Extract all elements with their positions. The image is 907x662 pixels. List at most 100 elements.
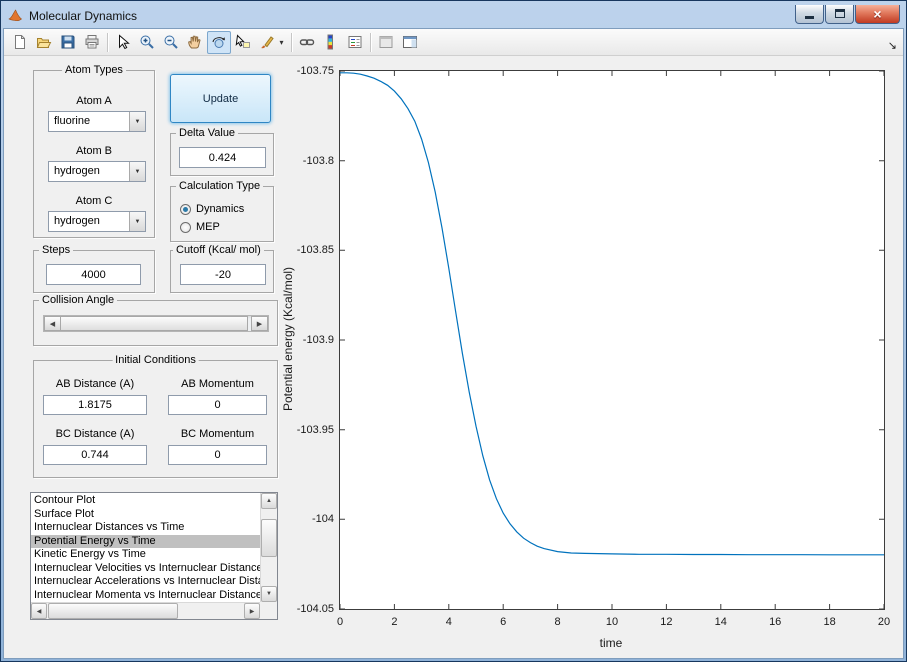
pan-hand-icon[interactable] <box>183 31 207 54</box>
show-plot-tools-icon[interactable] <box>398 31 422 54</box>
maximize-button[interactable] <box>825 4 854 24</box>
cutoff-panel: Cutoff (Kcal/ mol) <box>170 244 274 293</box>
figure-canvas: Atom Types Atom A fluorine ▼ Atom B hydr… <box>4 56 903 658</box>
toolbar-separator <box>291 32 292 52</box>
bc-distance-input[interactable] <box>43 445 147 465</box>
delta-value-input[interactable] <box>179 147 266 168</box>
steps-input[interactable] <box>46 264 141 285</box>
chevron-down-icon: ▼ <box>129 112 145 131</box>
x-tick-label: 18 <box>823 616 836 628</box>
ab-distance-label: AB Distance (A) <box>55 378 135 390</box>
save-icon[interactable] <box>56 31 80 54</box>
data-line <box>340 72 884 556</box>
steps-title: Steps <box>39 244 74 257</box>
list-item[interactable]: Internuclear Momenta vs Internuclear Dis… <box>31 589 260 603</box>
potential-energy-line-plot <box>340 71 884 609</box>
scroll-down-icon[interactable]: ▼ <box>261 586 277 602</box>
list-item[interactable]: Surface Plot <box>31 508 260 522</box>
open-folder-icon[interactable] <box>32 31 56 54</box>
slider-thumb[interactable] <box>60 316 248 331</box>
new-document-icon[interactable] <box>8 31 32 54</box>
plot-type-list: Contour Plot Surface Plot Internuclear Dis… <box>31 494 260 602</box>
y-tick-label: -103.8 <box>302 154 334 167</box>
x-tick-label: 6 <box>500 616 507 628</box>
y-tick-label: -103.95 <box>296 423 334 436</box>
y-tick-label: -103.9 <box>302 334 334 346</box>
initial-conditions-panel: Initial Conditions AB Distance (A) AB Mo… <box>33 354 278 478</box>
minimize-button[interactable] <box>795 4 824 24</box>
list-item[interactable]: Internuclear Velocities vs Internuclear … <box>31 562 260 576</box>
list-item[interactable]: Potential Energy vs Time <box>31 534 260 548</box>
zoom-in-icon[interactable] <box>135 31 159 54</box>
figure-frame: ▾ ↘ Atom Types Atom A fluorine ▼ Atom B <box>3 28 904 659</box>
matlab-app-icon[interactable] <box>7 8 23 24</box>
titlebar[interactable]: Molecular Dynamics × <box>1 1 906 28</box>
horizontal-scroll-thumb[interactable] <box>48 603 178 619</box>
data-cursor-icon[interactable] <box>231 31 255 54</box>
insert-legend-icon[interactable] <box>343 31 367 54</box>
list-item[interactable]: Internuclear Accelerations vs Internucle… <box>31 575 260 589</box>
ab-momentum-input[interactable] <box>168 395 267 415</box>
minimize-icon <box>805 16 814 19</box>
list-item[interactable]: Kinetic Energy vs Time <box>31 548 260 562</box>
cutoff-input[interactable] <box>180 264 266 285</box>
ab-momentum-label: AB Momentum <box>181 378 254 390</box>
toolbar-separator <box>370 32 371 52</box>
atom-b-value: hydrogen <box>54 165 100 177</box>
dock-figure-icon[interactable]: ↘ <box>888 39 897 52</box>
close-button[interactable]: × <box>855 4 900 24</box>
x-tick-label: 20 <box>877 616 891 628</box>
cutoff-title: Cutoff (Kcal/ mol) <box>173 244 264 257</box>
collision-angle-slider[interactable]: ◀ ▶ <box>43 315 269 332</box>
bc-momentum-input[interactable] <box>168 445 267 465</box>
calculation-type-title: Calculation Type <box>176 180 264 193</box>
figure-toolbar: ▾ ↘ <box>4 29 903 56</box>
delta-value-title: Delta Value <box>176 127 239 140</box>
list-item[interactable]: Contour Plot <box>31 494 260 508</box>
zoom-out-icon[interactable] <box>159 31 183 54</box>
x-tick-label: 16 <box>769 616 782 628</box>
atom-b-dropdown[interactable]: hydrogen ▼ <box>48 161 146 182</box>
mep-radio-label: MEP <box>196 221 220 233</box>
collision-angle-title: Collision Angle <box>39 294 118 307</box>
slider-left-arrow-icon[interactable]: ◀ <box>44 316 61 331</box>
print-icon[interactable] <box>80 31 104 54</box>
delta-value-panel: Delta Value <box>170 127 274 176</box>
vertical-scroll-thumb[interactable] <box>261 519 277 557</box>
steps-panel: Steps <box>33 244 155 293</box>
atom-a-dropdown[interactable]: fluorine ▼ <box>48 111 146 132</box>
scroll-up-icon[interactable]: ▲ <box>261 493 277 509</box>
chevron-down-icon: ▼ <box>129 162 145 181</box>
y-tick-label: -104.05 <box>296 603 334 615</box>
hide-plot-tools-icon[interactable] <box>374 31 398 54</box>
calculation-type-panel: Calculation Type Dynamics MEP <box>170 180 274 242</box>
dynamics-radio-label: Dynamics <box>196 203 245 215</box>
atom-c-value: hydrogen <box>54 215 100 227</box>
edit-plot-cursor-icon[interactable] <box>111 31 135 54</box>
brush-menu-arrow-icon[interactable]: ▾ <box>275 31 288 54</box>
dynamics-radio[interactable]: Dynamics <box>180 203 244 215</box>
list-item[interactable]: Internuclear Distances vs Time <box>31 521 260 535</box>
mep-radio[interactable]: MEP <box>180 221 220 233</box>
horizontal-scrollbar[interactable]: ◀ ▶ <box>31 602 260 619</box>
rotate-3d-icon[interactable] <box>207 30 231 54</box>
update-button[interactable]: Update <box>170 74 271 123</box>
close-icon: × <box>873 5 882 22</box>
atom-a-label: Atom A <box>76 95 112 107</box>
link-plot-icon[interactable] <box>295 31 319 54</box>
plot-axes[interactable] <box>339 70 885 610</box>
atom-b-label: Atom B <box>75 145 113 157</box>
y-tick-label: -103.75 <box>296 65 334 77</box>
vertical-scrollbar[interactable]: ▲ ▼ <box>260 493 277 602</box>
bc-momentum-label: BC Momentum <box>180 428 255 440</box>
ab-distance-input[interactable] <box>43 395 147 415</box>
insert-colorbar-icon[interactable] <box>319 31 343 54</box>
scroll-right-icon[interactable]: ▶ <box>244 603 260 619</box>
scrollbar-corner <box>260 602 277 619</box>
chevron-down-icon: ▼ <box>129 212 145 231</box>
toolbar-separator <box>107 32 108 52</box>
x-tick-label: 10 <box>605 616 619 628</box>
atom-c-dropdown[interactable]: hydrogen ▼ <box>48 211 146 232</box>
scroll-left-icon[interactable]: ◀ <box>31 603 47 619</box>
slider-right-arrow-icon[interactable]: ▶ <box>251 316 268 331</box>
